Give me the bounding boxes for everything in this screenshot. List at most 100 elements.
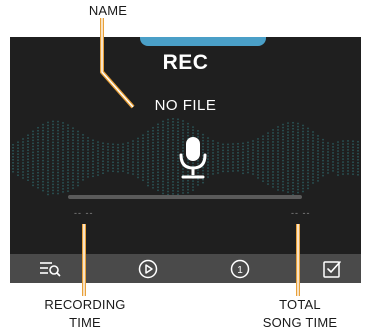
waveform-dot <box>332 158 334 160</box>
list-search-button[interactable] <box>39 258 61 280</box>
waveform-dot <box>167 133 169 136</box>
waveform-dot <box>17 144 19 146</box>
waveform-dot <box>147 166 149 169</box>
waveform-dot <box>167 142 169 145</box>
waveform-dot <box>117 149 119 152</box>
waveform-dot <box>332 155 334 157</box>
waveform-dot <box>262 141 264 143</box>
waveform-dot <box>72 163 74 165</box>
waveform-dot <box>307 181 309 184</box>
waveform-dot <box>167 130 169 133</box>
waveform-dot <box>112 170 114 173</box>
waveform-dot <box>152 178 154 180</box>
waveform-dot <box>227 170 229 173</box>
waveform-dot <box>47 169 49 172</box>
waveform-dot <box>162 174 164 177</box>
waveform-dot <box>267 159 269 161</box>
waveform-dot <box>167 157 169 160</box>
waveform-dot <box>302 184 304 187</box>
repeat-one-icon: 1 <box>230 259 250 279</box>
waveform-dot <box>77 145 79 148</box>
waveform-dot <box>347 170 349 172</box>
waveform-dot <box>57 156 59 159</box>
waveform-dot <box>62 173 64 175</box>
waveform-dot <box>302 172 304 175</box>
waveform-dot <box>112 161 114 164</box>
waveform-dot <box>297 191 299 194</box>
waveform-dot <box>302 175 304 178</box>
waveform-dot <box>167 124 169 127</box>
waveform-dot <box>52 183 54 186</box>
waveform-dot <box>122 146 124 148</box>
waveform-dot <box>257 144 259 146</box>
waveform-dot <box>132 158 134 160</box>
waveform-dot <box>52 144 54 147</box>
repeat-one-button[interactable]: 1 <box>229 258 251 280</box>
play-button[interactable] <box>137 258 159 280</box>
waveform-dot <box>27 170 29 173</box>
waveform-dot <box>302 163 304 166</box>
waveform-dot <box>307 154 309 157</box>
waveform-dot <box>127 160 129 162</box>
waveform-dot <box>157 177 159 180</box>
waveform-dot <box>52 126 54 129</box>
waveform-dot <box>62 155 64 157</box>
waveform-dot <box>312 170 314 172</box>
waveform-dot <box>12 165 14 167</box>
waveform-dot <box>107 143 109 145</box>
waveform-dot <box>42 123 44 126</box>
list-search-icon <box>40 262 61 277</box>
waveform-dot <box>22 168 24 170</box>
waveform-dot <box>172 133 174 135</box>
waveform-dot <box>32 145 34 148</box>
waveform-dot <box>327 154 329 156</box>
waveform-dot <box>17 168 19 170</box>
waveform-dot <box>52 141 54 144</box>
waveform-dot <box>82 152 84 154</box>
waveform-dot <box>277 138 279 140</box>
waveform-dot <box>32 178 34 181</box>
waveform-dot <box>282 150 284 153</box>
checkbox-button[interactable] <box>321 258 343 280</box>
waveform-dot <box>67 172 69 174</box>
waveform-dot <box>42 147 44 150</box>
waveform-dot <box>37 153 39 156</box>
callout-recording-line2: TIME <box>69 315 101 330</box>
waveform-dot <box>112 143 114 146</box>
waveform-dot <box>157 144 159 147</box>
waveform-dot <box>157 150 159 153</box>
waveform-dot <box>17 150 19 152</box>
waveform-dot <box>87 152 89 154</box>
waveform-dot <box>282 144 284 147</box>
waveform-dot <box>157 171 159 174</box>
waveform-dot <box>187 131 189 134</box>
waveform-dot <box>262 138 264 140</box>
waveform-dot <box>97 159 99 161</box>
waveform-dot <box>312 140 314 142</box>
waveform-dot <box>322 162 324 165</box>
waveform-dot <box>32 154 34 157</box>
waveform-dot <box>127 148 129 150</box>
waveform-dot <box>27 179 29 182</box>
waveform-dot <box>272 141 274 143</box>
waveform-dot <box>337 171 339 173</box>
waveform-dot <box>42 138 44 141</box>
waveform-dot <box>57 147 59 150</box>
waveform-dot <box>77 151 79 154</box>
waveform-dot <box>312 146 314 148</box>
progress-bar[interactable] <box>68 195 302 199</box>
waveform-dot <box>72 154 74 156</box>
waveform-dot <box>157 123 159 126</box>
waveform-dot <box>272 135 274 137</box>
waveform-dot <box>317 138 319 140</box>
waveform-dot <box>32 166 34 169</box>
waveform-dot <box>347 149 349 151</box>
waveform-dot <box>77 184 79 187</box>
waveform-dot <box>317 144 319 146</box>
waveform-dot <box>47 160 49 163</box>
waveform-dot <box>67 151 69 153</box>
waveform-dot <box>32 172 34 175</box>
waveform-dot <box>22 141 24 143</box>
waveform-dot <box>182 183 184 185</box>
waveform-dot <box>52 132 54 135</box>
